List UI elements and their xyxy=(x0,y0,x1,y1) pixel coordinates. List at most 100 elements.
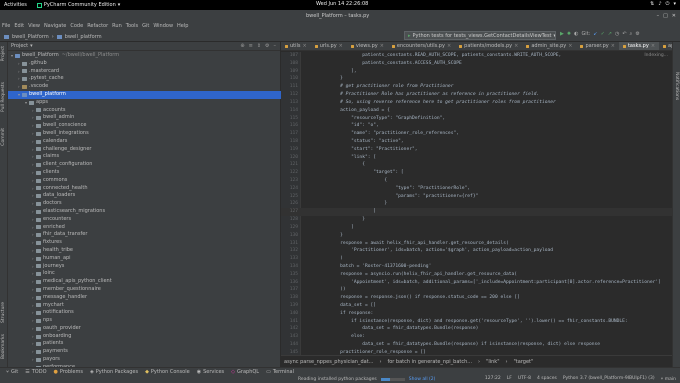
menu-tools[interactable]: Tools xyxy=(126,23,138,29)
close-icon[interactable]: × xyxy=(303,42,307,50)
menu-code[interactable]: Code xyxy=(70,23,83,29)
tool-tab-project[interactable]: Project xyxy=(1,46,6,61)
git-branch[interactable]: ⑂ main xyxy=(661,376,676,382)
tool-tab-structure[interactable]: Structure xyxy=(1,302,6,323)
close-icon[interactable]: × xyxy=(339,42,343,50)
clock[interactable]: Wed Jun 14 22:26:08 xyxy=(316,1,368,7)
tree-item[interactable]: › fhir_data_transfer xyxy=(8,231,281,239)
tool-button-python-packages[interactable]: ◈ Python Packages xyxy=(90,369,138,375)
tree-item[interactable]: › claims xyxy=(8,153,281,161)
editor-tab[interactable]: parser.py × xyxy=(576,42,619,50)
menu-run[interactable]: Run xyxy=(112,23,122,29)
tree-item[interactable]: › encounters xyxy=(8,216,281,224)
tool-button-python-console[interactable]: ◆ Python Console xyxy=(145,369,190,375)
tree-item[interactable]: › calendars xyxy=(8,138,281,146)
tree-item[interactable]: › oauth_provider xyxy=(8,325,281,333)
tree-item[interactable]: › human_api xyxy=(8,255,281,263)
close-icon[interactable]: × xyxy=(380,42,384,50)
close-icon[interactable]: × xyxy=(651,42,655,50)
cursor-position[interactable]: 127:22 xyxy=(485,376,501,382)
tool-tab-pull-requests[interactable]: Pull Requests xyxy=(1,82,6,112)
tree-item[interactable]: › message_handler xyxy=(8,294,281,302)
code-breadcrumb-item[interactable]: async parse_nppes_physician_dat... xyxy=(284,359,373,365)
tool-button-services[interactable]: ◉ Services xyxy=(197,369,224,375)
debug-icon[interactable]: ✹ xyxy=(567,31,571,37)
tool-button-terminal[interactable]: ▭ Terminal xyxy=(266,369,294,375)
tree-item[interactable]: › data_loaders xyxy=(8,192,281,200)
menu-help[interactable]: Help xyxy=(177,23,188,29)
menu-window[interactable]: Window xyxy=(153,23,173,29)
tool-button-graphql[interactable]: ◇ GraphQL xyxy=(231,369,259,375)
tree-item[interactable]: › payors xyxy=(8,356,281,364)
breadcrumb-project[interactable]: bwell_Platform xyxy=(12,34,49,40)
file-encoding[interactable]: UTF-8 xyxy=(518,376,531,382)
tool-button-todo[interactable]: ☰ TODO xyxy=(25,369,46,375)
tree-item[interactable]: › payments xyxy=(8,348,281,356)
code-breadcrumb-item[interactable]: "link" xyxy=(486,359,499,365)
editor-tab[interactable]: utils × xyxy=(281,42,311,50)
history-icon[interactable]: ◷ xyxy=(615,31,619,37)
select-opened-file-icon[interactable]: ⊕ xyxy=(240,43,244,49)
tree-item[interactable]: › .vscode xyxy=(8,83,281,91)
hide-icon[interactable]: – xyxy=(274,43,277,49)
menu-file[interactable]: File xyxy=(2,23,10,29)
project-panel-title[interactable]: Project xyxy=(11,43,28,49)
tree-item[interactable]: › bwell_conscience xyxy=(8,122,281,130)
tree-item[interactable]: › journeys xyxy=(8,263,281,271)
tree-item[interactable]: › connected_health xyxy=(8,185,281,193)
tree-item[interactable]: › notifications xyxy=(8,309,281,317)
rollback-icon[interactable]: ↶ xyxy=(622,31,626,37)
tree-item[interactable]: ▾ apps xyxy=(8,99,281,107)
menu-view[interactable]: View xyxy=(28,23,40,29)
menu-refactor[interactable]: Refactor xyxy=(87,23,108,29)
run-icon[interactable]: ▶ xyxy=(560,31,564,37)
tree-item[interactable]: › client_configuration xyxy=(8,161,281,169)
git-commit-icon[interactable]: ✓ xyxy=(601,31,605,37)
collapse-all-icon[interactable]: ≡ xyxy=(249,43,253,49)
tree-item[interactable]: › .pytest_cache xyxy=(8,75,281,83)
tree-item[interactable]: › challenge_designer xyxy=(8,146,281,154)
tree-item[interactable]: › accounts xyxy=(8,107,281,115)
code-breadcrumb-item[interactable]: for batch in generate_npi_batch... xyxy=(387,359,472,365)
tree-item[interactable]: › onboarding xyxy=(8,333,281,341)
gear-icon[interactable]: ⚙ xyxy=(265,43,269,49)
tree-item[interactable]: ▾ bwell_Platform ~/bwell/bwell_Platform xyxy=(8,52,281,60)
line-separator[interactable]: LF xyxy=(507,376,512,382)
chevron-down-icon[interactable]: ▾ xyxy=(30,43,33,49)
minimize-icon[interactable]: – xyxy=(657,13,660,19)
editor-tab[interactable]: views.py × xyxy=(347,42,388,50)
python-interpreter[interactable]: Python 3.7 (bwell_Platform-9IBUIpF1) (3) xyxy=(563,376,655,382)
git-push-icon[interactable]: ↗ xyxy=(608,31,612,37)
expand-all-icon[interactable]: ⇕ xyxy=(257,43,261,49)
tree-item[interactable]: › bwell_admin xyxy=(8,114,281,122)
tree-item[interactable]: › fixtures xyxy=(8,239,281,247)
tree-item[interactable]: › nps xyxy=(8,317,281,325)
run-configuration-select[interactable]: ▸ Python tests for tests_views.GetContac… xyxy=(404,31,556,40)
maximize-icon[interactable]: □ xyxy=(663,13,668,19)
tree-item[interactable]: › .github xyxy=(8,60,281,68)
code-editor[interactable]: 107 patients_constants.READ_AUTH_SCOPE, … xyxy=(281,52,672,355)
settings-icon[interactable]: ⚙ xyxy=(635,31,639,37)
code-area[interactable]: 107 patients_constants.READ_AUTH_SCOPE, … xyxy=(281,52,672,355)
tree-item[interactable]: › doctors xyxy=(8,200,281,208)
tree-item[interactable]: › elasticsearch_migrations xyxy=(8,208,281,216)
menu-navigate[interactable]: Navigate xyxy=(44,23,66,29)
tree-item[interactable]: › bwell_integrations xyxy=(8,130,281,138)
tree-item[interactable]: › commons xyxy=(8,177,281,185)
tool-tab-bookmarks[interactable]: Bookmarks xyxy=(1,334,6,359)
tree-item[interactable]: › mychart xyxy=(8,302,281,310)
activities-button[interactable]: Activities xyxy=(4,2,27,8)
menu-git[interactable]: Git xyxy=(142,23,149,29)
search-icon[interactable]: ⌕ xyxy=(630,31,633,37)
tool-tab-commit[interactable]: Commit xyxy=(1,128,6,146)
close-icon[interactable]: × xyxy=(611,42,615,50)
show-all-link[interactable]: Show all (2) xyxy=(409,377,436,382)
editor-tab[interactable]: patients/models.py × xyxy=(455,42,522,50)
indent-setting[interactable]: 4 spaces xyxy=(537,376,557,382)
tree-item[interactable]: › .mastercard xyxy=(8,68,281,76)
editor-tab[interactable]: encounters/utils.py × xyxy=(388,42,455,50)
tree-item[interactable]: › clients xyxy=(8,169,281,177)
editor-tab[interactable]: urls.py × xyxy=(311,42,347,50)
tree-item[interactable]: › loinc xyxy=(8,270,281,278)
app-menu[interactable]: PyCharm Community Edition ▾ xyxy=(36,2,120,8)
